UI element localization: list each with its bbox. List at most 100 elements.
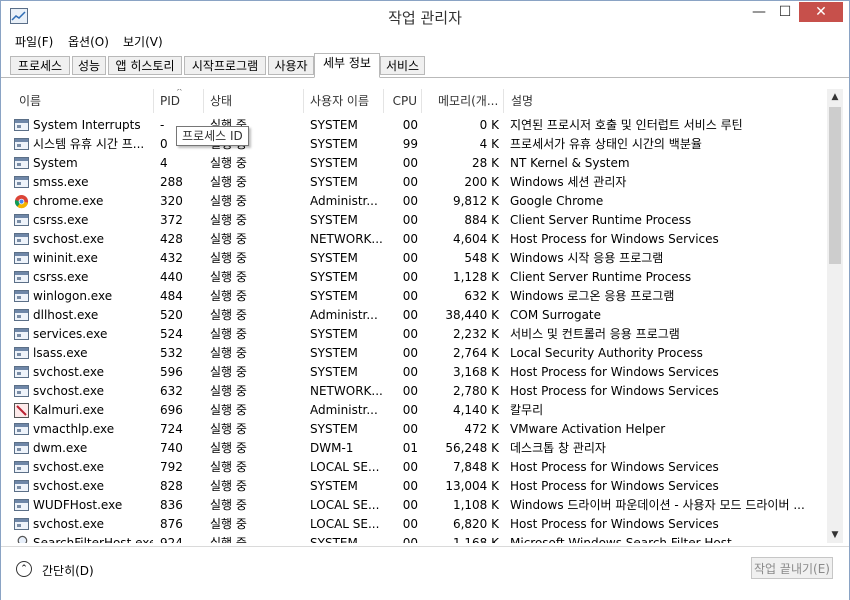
table-row[interactable]: chrome.exe 320 실행 중 Administr... 00 9,812 K Go… (9, 192, 827, 211)
scroll-down-icon[interactable]: ▼ (827, 527, 843, 543)
process-name: SearchFilterHost.exe (33, 536, 153, 543)
tab-services[interactable]: 서비스 (380, 56, 425, 75)
process-cpu: 01 (402, 441, 418, 455)
tab-processes[interactable]: 프로세스 (10, 56, 70, 75)
table-row[interactable]: smss.exe 288 실행 중 SYSTEM 00 200 K Windows 세션 관… (9, 173, 827, 192)
process-user: SYSTEM (310, 213, 358, 227)
vertical-scrollbar[interactable]: ▲ ▼ (827, 89, 843, 543)
table-row[interactable]: svchost.exe 428 실행 중 NETWORK... 00 4,604 K Hos… (9, 230, 827, 249)
process-cpu: 00 (402, 213, 418, 227)
process-name: winlogon.exe (33, 289, 113, 303)
process-cpu: 00 (402, 536, 418, 543)
process-description: COM Surrogate (510, 308, 602, 322)
table-row[interactable]: svchost.exe 632 실행 중 NETWORK... 00 2,780 K Hos… (9, 382, 827, 401)
process-name: vmacthlp.exe (33, 422, 115, 436)
process-user: Administr... (310, 308, 378, 322)
menu-file[interactable]: 파일(F) (15, 33, 53, 50)
process-pid: 484 (160, 289, 183, 303)
table-row[interactable]: wininit.exe 432 실행 중 SYSTEM 00 548 K Windows 시… (9, 249, 827, 268)
process-cpu: 00 (402, 365, 418, 379)
table-row[interactable]: WUDFHost.exe 836 실행 중 LOCAL SE... 00 1,108 K W… (9, 496, 827, 515)
scroll-up-icon[interactable]: ▲ (827, 89, 843, 105)
process-user: SYSTEM (310, 251, 358, 265)
table-row[interactable]: lsass.exe 532 실행 중 SYSTEM 00 2,764 K Local Sec… (9, 344, 827, 363)
process-cpu: 00 (402, 517, 418, 531)
fewer-details-link[interactable]: 간단히(D) (42, 562, 94, 579)
process-name: svchost.exe (33, 384, 104, 398)
process-table: 이름 PID 상태 사용자 이름 CPU 메모리(개... 설명 ^ Syste… (9, 89, 827, 543)
process-status: 실행 중 (210, 479, 247, 493)
table-row[interactable]: svchost.exe 828 실행 중 SYSTEM 00 13,004 K Host P… (9, 477, 827, 496)
scroll-thumb[interactable] (829, 107, 841, 264)
process-user: SYSTEM (310, 270, 358, 284)
table-row[interactable]: System 4 실행 중 SYSTEM 00 28 K NT Kernel & Syste… (9, 154, 827, 173)
process-memory: 2,232 K (452, 327, 499, 341)
table-row[interactable]: csrss.exe 372 실행 중 SYSTEM 00 884 K Client Serv… (9, 211, 827, 230)
process-status: 실행 중 (210, 175, 247, 189)
process-cpu: 00 (402, 194, 418, 208)
close-button[interactable]: ✕ (799, 2, 843, 22)
table-row[interactable]: winlogon.exe 484 실행 중 SYSTEM 00 632 K Windows … (9, 287, 827, 306)
process-memory: 0 K (479, 118, 499, 132)
table-row[interactable]: services.exe 524 실행 중 SYSTEM 00 2,232 K 서비스 및 … (9, 325, 827, 344)
process-user: SYSTEM (310, 289, 358, 303)
column-header-user[interactable]: 사용자 이름 (304, 89, 384, 113)
process-pid: 792 (160, 460, 183, 474)
process-description: 프로세서가 유휴 상태인 시간의 백분율 (510, 137, 702, 151)
process-memory: 4,604 K (452, 232, 499, 246)
table-row[interactable]: svchost.exe 596 실행 중 SYSTEM 00 3,168 K Host Pr… (9, 363, 827, 382)
column-header-cpu[interactable]: CPU (384, 89, 422, 113)
process-user: SYSTEM (310, 156, 358, 170)
tab-startup[interactable]: 시작프로그램 (184, 56, 266, 75)
process-memory: 2,764 K (452, 346, 499, 360)
tab-app-history[interactable]: 앱 히스토리 (108, 56, 182, 75)
process-cpu: 00 (402, 156, 418, 170)
process-status: 실행 중 (210, 536, 247, 543)
menu-view[interactable]: 보기(V) (123, 33, 163, 50)
process-user: SYSTEM (310, 118, 358, 132)
process-icon (14, 309, 29, 321)
column-header-name[interactable]: 이름 (9, 89, 154, 113)
table-row[interactable]: Kalmuri.exe 696 실행 중 Administr... 00 4,140 K 칼… (9, 401, 827, 420)
column-header-memory[interactable]: 메모리(개... (422, 89, 504, 113)
process-cpu: 00 (402, 308, 418, 322)
table-row[interactable]: vmacthlp.exe 724 실행 중 SYSTEM 00 472 K VMware A… (9, 420, 827, 439)
process-name: svchost.exe (33, 460, 104, 474)
process-cpu: 00 (402, 118, 418, 132)
table-row[interactable]: SearchFilterHost.exe 924 실행 중 SYSTEM 00 1,168… (9, 534, 827, 543)
process-status: 실행 중 (210, 403, 247, 417)
table-row[interactable]: dllhost.exe 520 실행 중 Administr... 00 38,440 K… (9, 306, 827, 325)
column-header-description[interactable]: 설명 (504, 89, 827, 113)
process-status: 실행 중 (210, 327, 247, 341)
process-user: SYSTEM (310, 365, 358, 379)
minimize-button[interactable]: — (746, 2, 772, 22)
process-memory: 548 K (464, 251, 499, 265)
process-name: csrss.exe (33, 270, 89, 284)
column-header-status[interactable]: 상태 (204, 89, 304, 113)
process-description: VMware Activation Helper (510, 422, 666, 436)
process-name: services.exe (33, 327, 108, 341)
process-description: 지연된 프로시저 호출 및 인터럽트 서비스 루틴 (510, 118, 743, 132)
process-cpu: 00 (402, 403, 418, 417)
process-status: 실행 중 (210, 517, 247, 531)
process-status: 실행 중 (210, 441, 247, 455)
process-name: svchost.exe (33, 365, 104, 379)
menu-options[interactable]: 옵션(O) (68, 33, 109, 50)
table-row[interactable]: csrss.exe 440 실행 중 SYSTEM 00 1,128 K Client Se… (9, 268, 827, 287)
process-description: Windows 세션 관리자 (510, 175, 627, 189)
table-row[interactable]: svchost.exe 876 실행 중 LOCAL SE... 00 6,820 K Ho… (9, 515, 827, 534)
tab-performance[interactable]: 성능 (72, 56, 106, 75)
process-icon (14, 328, 29, 340)
table-row[interactable]: 시스템 유휴 시간 프...0실행 중SYSTEM994 K프로세서가 유휴 상… (9, 135, 827, 154)
collapse-chevron-icon[interactable]: ⌃ (16, 561, 32, 577)
maximize-button[interactable]: ☐ (772, 2, 798, 22)
process-user: SYSTEM (310, 346, 358, 360)
table-row[interactable]: System Interrupts - 실행 중 SYSTEM 00 0 K 지연된 프로시… (9, 116, 827, 135)
tab-users[interactable]: 사용자 (268, 56, 314, 75)
process-cpu: 00 (402, 384, 418, 398)
tab-details[interactable]: 세부 정보 (314, 53, 380, 78)
table-row[interactable]: svchost.exe 792 실행 중 LOCAL SE... 00 7,848 K Ho… (9, 458, 827, 477)
process-description: NT Kernel & System (510, 156, 630, 170)
end-task-button[interactable]: 작업 끝내기(E) (751, 557, 833, 579)
table-row[interactable]: dwm.exe 740 실행 중 DWM-1 01 56,248 K 데스크톱 창 관리자 (9, 439, 827, 458)
